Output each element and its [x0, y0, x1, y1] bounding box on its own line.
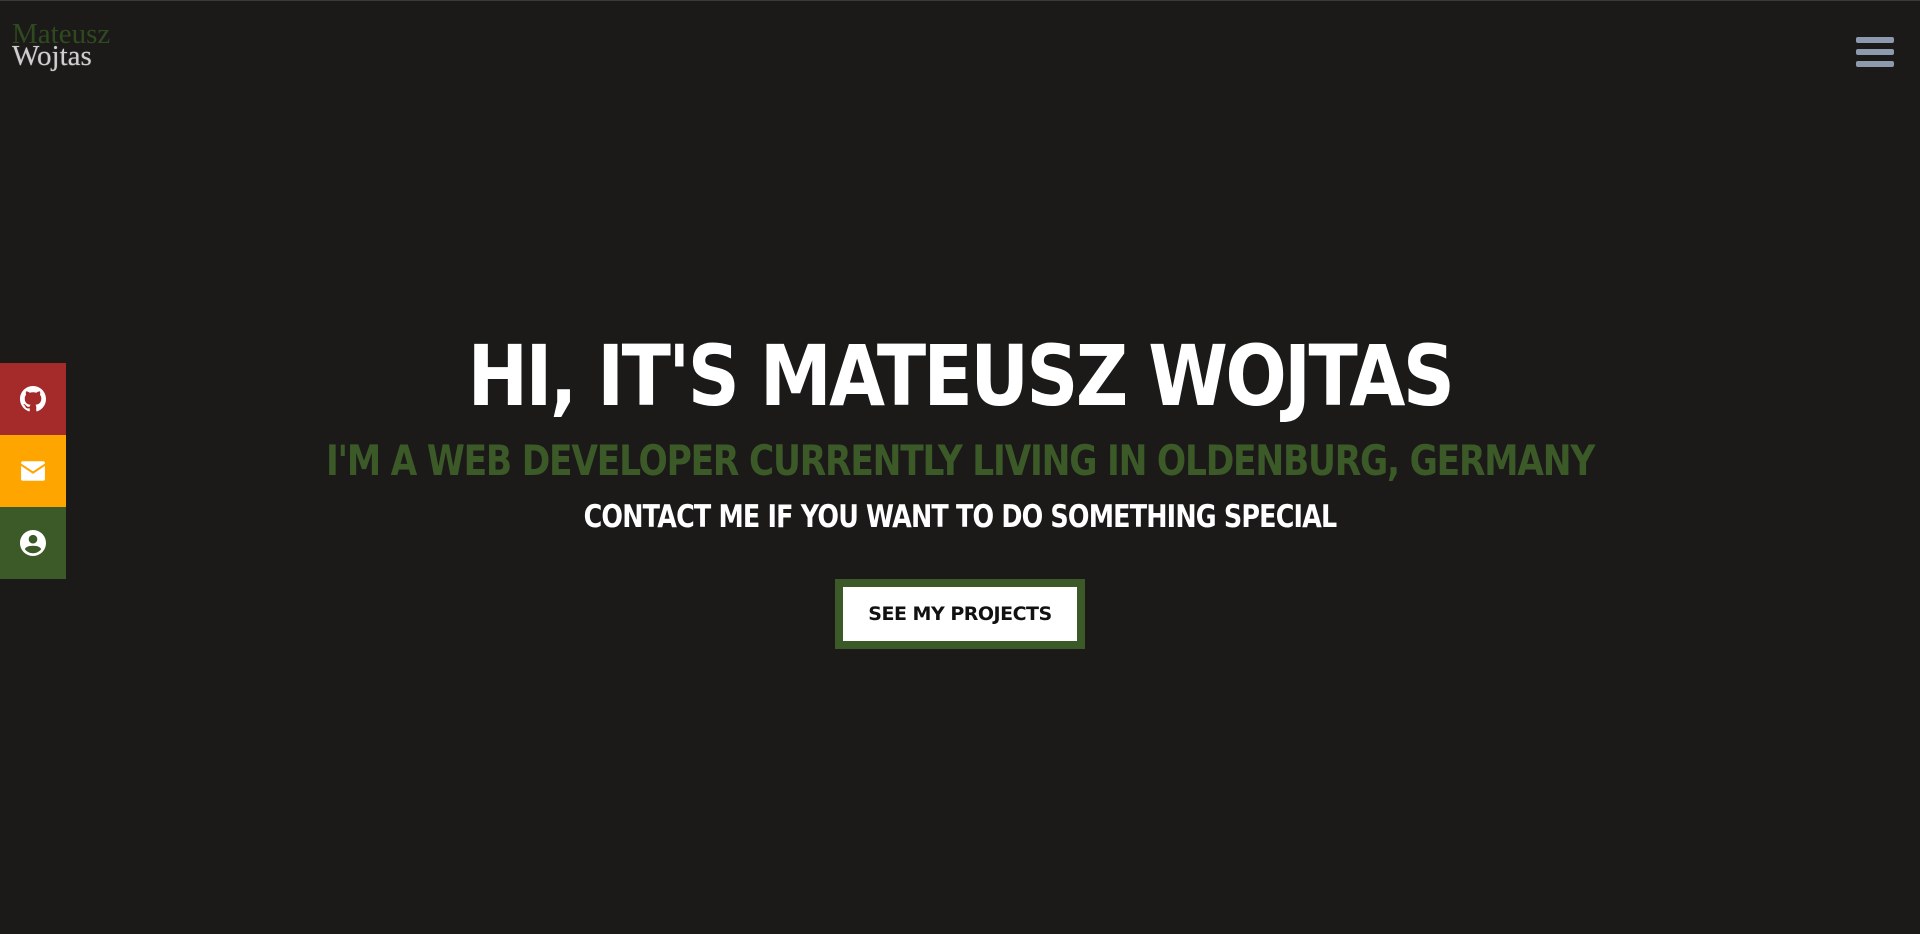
hamburger-bar [1856, 61, 1894, 67]
hamburger-bar [1856, 49, 1894, 55]
hero-section: Hi, it's Mateusz Wojtas I'm a web develo… [0, 321, 1920, 649]
logo-last-name: Wojtas [12, 39, 92, 72]
hamburger-menu-icon[interactable] [1856, 37, 1894, 73]
hero-tagline: Contact me if you want to do something s… [583, 499, 1338, 535]
site-logo[interactable]: Mateusz Wojtas [12, 20, 110, 72]
hamburger-bar [1856, 37, 1894, 43]
see-projects-button[interactable]: See my projects [835, 579, 1085, 649]
hero-heading: Hi, it's Mateusz Wojtas [467, 327, 1455, 425]
cta-wrapper: See my projects [0, 579, 1920, 649]
hero-subheading: I'm a web developer currently living in … [325, 436, 1595, 485]
